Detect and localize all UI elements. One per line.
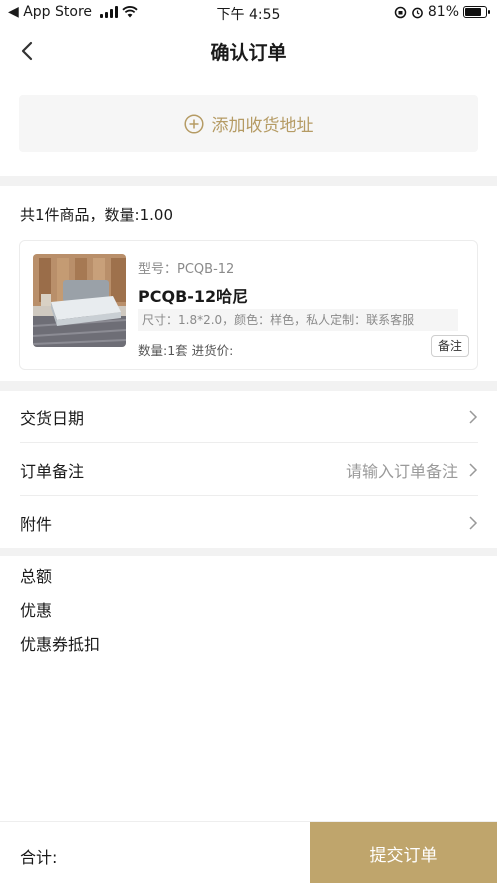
product-model: 型号：PCQB-12 <box>138 262 235 277</box>
chevron-right-icon <box>469 409 478 424</box>
row-right <box>468 516 478 530</box>
attachment-row[interactable]: 附件 <box>20 497 478 549</box>
add-address-button[interactable]: 添加收货地址 <box>19 95 478 152</box>
section-divider <box>0 381 497 391</box>
battery-icon <box>463 6 490 18</box>
product-card[interactable]: 型号：PCQB-12 PCQB-12哈尼 尺寸：1.8*2.0，颜色：样色，私人… <box>19 240 478 370</box>
discount-label: 优惠 <box>20 601 53 620</box>
coupon-deduction-label: 优惠券抵扣 <box>20 635 101 654</box>
order-note-input[interactable]: 请输入订单备注 <box>346 458 458 482</box>
bed-product-image[interactable] <box>33 254 126 347</box>
attachment-label: 附件 <box>20 515 53 534</box>
status-right-group: 81% <box>394 4 490 20</box>
product-spec: 尺寸：1.8*2.0，颜色：样色，私人定制：联系客服 <box>138 309 458 331</box>
add-address-label: 添加收货地址 <box>211 116 314 136</box>
bottom-bar: 合计: 提交订单 <box>0 821 497 883</box>
product-note-button[interactable]: 备注 <box>430 335 469 357</box>
order-note-label: 订单备注 <box>20 461 85 481</box>
chevron-right-icon <box>469 516 478 530</box>
nav-bar: 确认订单 <box>0 26 497 76</box>
delivery-date-row[interactable]: 交货日期 <box>20 391 478 443</box>
battery-percent: 81% <box>427 4 459 20</box>
sum-label: 合计: <box>20 848 58 867</box>
chevron-right-icon <box>469 462 478 477</box>
row-right <box>468 409 478 424</box>
order-note-row[interactable]: 订单备注 请输入订单备注 <box>20 444 478 496</box>
total-amount-label: 总额 <box>20 567 53 586</box>
product-quantity-price: 数量:1套 进货价: <box>138 343 234 358</box>
alarm-icon <box>412 7 423 18</box>
row-right: 请输入订单备注 <box>346 458 478 482</box>
section-divider <box>0 176 497 186</box>
submit-order-button[interactable]: 提交订单 <box>310 822 497 883</box>
orientation-lock-icon <box>394 6 407 18</box>
section-divider <box>0 548 497 556</box>
delivery-date-label: 交货日期 <box>20 408 85 428</box>
status-bar: ◀ App Store 下午 4:55 81% <box>0 0 497 26</box>
product-name: PCQB-12哈尼 <box>138 287 249 306</box>
order-confirm-page: ◀ App Store 下午 4:55 81% 确认订单 添加收货地址 共1件商… <box>0 0 497 883</box>
page-title: 确认订单 <box>210 42 287 64</box>
goods-summary: 共1件商品，数量:1.00 <box>20 206 173 224</box>
battery-fill <box>465 8 482 16</box>
plus-circle-icon <box>183 113 204 134</box>
